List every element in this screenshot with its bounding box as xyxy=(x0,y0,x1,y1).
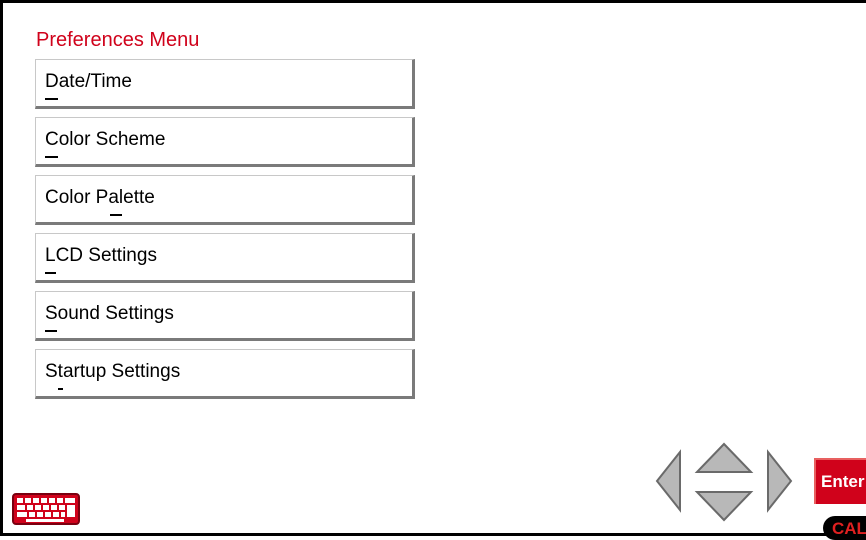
menu-item-sound-settings[interactable]: Sound Settings xyxy=(35,291,415,341)
mnemonic-underline xyxy=(45,98,58,100)
menu-item-label: Date/Time xyxy=(45,71,132,92)
menu-item-startup-settings[interactable]: Startup Settings xyxy=(35,349,415,399)
menu-item-label: LCD Settings xyxy=(45,245,157,266)
arrow-left-icon[interactable] xyxy=(655,449,681,513)
menu-item-label: Color Scheme xyxy=(45,129,166,150)
arrow-up-icon[interactable] xyxy=(694,442,754,473)
navigation-pad xyxy=(652,440,802,535)
enter-button[interactable]: Enter xyxy=(814,458,866,504)
enter-label: Enter xyxy=(821,472,865,491)
cal-label: CAL xyxy=(832,519,866,538)
mnemonic-underline xyxy=(45,330,57,332)
menu-item-color-scheme[interactable]: Color Scheme xyxy=(35,117,415,167)
arrow-down-icon[interactable] xyxy=(694,491,754,522)
menu-item-label: Sound Settings xyxy=(45,303,174,324)
mnemonic-underline xyxy=(45,156,58,158)
keyboard-icon[interactable] xyxy=(12,493,80,525)
cal-button[interactable]: CAL xyxy=(823,516,866,540)
menu-item-lcd-settings[interactable]: LCD Settings xyxy=(35,233,415,283)
menu-item-color-palette[interactable]: Color Palette xyxy=(35,175,415,225)
mnemonic-underline xyxy=(45,272,56,274)
mnemonic-underline xyxy=(110,214,122,216)
mnemonic-underline xyxy=(58,388,63,390)
menu-item-label: Color Palette xyxy=(45,187,155,208)
arrow-right-icon[interactable] xyxy=(767,449,793,513)
menu-item-label: Startup Settings xyxy=(45,361,181,382)
page-title: Preferences Menu xyxy=(36,29,200,51)
menu-item-date-time[interactable]: Date/Time xyxy=(35,59,415,109)
